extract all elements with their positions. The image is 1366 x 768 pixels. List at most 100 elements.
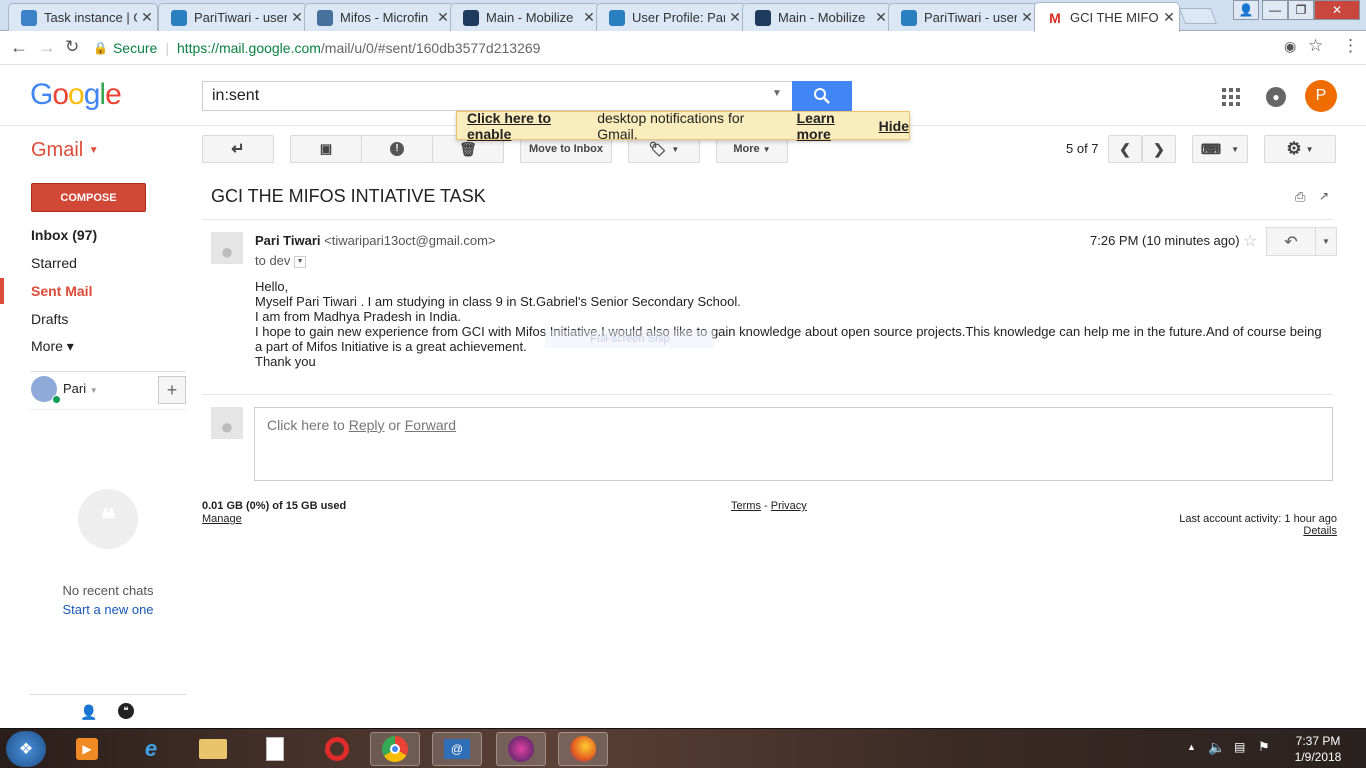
back-to-sent-button[interactable]: ↵ xyxy=(202,135,274,163)
start-button[interactable]: ❖ xyxy=(6,731,46,767)
gmail-label[interactable]: Gmail ▼ xyxy=(31,139,99,162)
settings-button[interactable]: ⚙ ▼ xyxy=(1264,135,1336,163)
print-icon[interactable]: ⎙ xyxy=(1295,189,1305,205)
pagination-count: 5 of 7 xyxy=(1066,141,1099,156)
chevron-down-icon: ▼ xyxy=(1305,144,1314,154)
mobilize-icon xyxy=(463,9,479,26)
clock-date[interactable]: 1/9/2018 xyxy=(1278,750,1358,764)
new-tab-button[interactable] xyxy=(1179,8,1217,24)
browser-tab[interactable]: PariTiwari - user ✕ xyxy=(888,3,1038,31)
file-explorer-icon[interactable] xyxy=(188,732,238,766)
sender-name[interactable]: Pari Tiwari xyxy=(255,233,321,248)
more-actions-button[interactable]: ▼ xyxy=(1315,227,1337,256)
hangouts-icon[interactable]: ❝ xyxy=(118,703,134,719)
close-window-button[interactable]: ✕ xyxy=(1314,0,1360,20)
star-icon[interactable]: ☆ xyxy=(1243,231,1257,251)
user-icon[interactable]: 👤 xyxy=(1233,0,1259,20)
sidebar-item-starred[interactable]: Starred xyxy=(31,255,77,271)
sidebar-item-drafts[interactable]: Drafts xyxy=(31,311,68,327)
apps-grid-icon[interactable] xyxy=(1222,88,1240,106)
contacts-icon[interactable]: 👤 xyxy=(80,704,97,721)
chevron-left-icon: ❮ xyxy=(1119,140,1131,157)
close-tab-icon[interactable]: ✕ xyxy=(1159,9,1179,26)
browser-tab[interactable]: PariTiwari - user ✕ xyxy=(158,3,308,31)
network-icon[interactable]: ▤ xyxy=(1234,740,1245,754)
browser-tab[interactable]: Task instance | G ✕ xyxy=(8,3,158,31)
sidebar-item-label: Drafts xyxy=(31,311,69,327)
search-options-icon[interactable]: ▼ xyxy=(772,88,782,99)
older-button[interactable]: ❯ xyxy=(1142,135,1176,163)
input-tools-button[interactable]: ⌨ ▼ xyxy=(1192,135,1248,163)
browser-tab[interactable]: Main - Mobilize ✕ xyxy=(742,3,892,31)
avatar[interactable]: P xyxy=(1305,80,1337,112)
hangouts-user-name[interactable]: Pari ▼ xyxy=(63,381,98,396)
internet-explorer-icon[interactable]: e xyxy=(126,732,176,766)
new-hangout-button[interactable]: + xyxy=(158,376,186,404)
app-icon[interactable] xyxy=(496,732,546,766)
reply-button[interactable]: ↶ xyxy=(1266,227,1316,256)
learn-more-link[interactable]: Learn more xyxy=(797,110,872,142)
google-logo[interactable]: Google xyxy=(30,78,122,112)
lock-icon: 🔒 xyxy=(93,41,108,55)
tab-title: PariTiwari - user xyxy=(924,10,1017,25)
sidebar-item-more[interactable]: More ▾ xyxy=(31,338,74,355)
show-details-icon[interactable]: ▼ xyxy=(294,255,307,268)
browser-tab[interactable]: Mifos - Microfin ✕ xyxy=(304,3,454,31)
back-icon[interactable]: ← xyxy=(10,37,28,58)
media-player-icon[interactable]: ▶ xyxy=(62,732,112,766)
chevron-down-icon: ▼ xyxy=(1231,144,1240,154)
chrome-icon[interactable] xyxy=(370,732,420,766)
compose-button[interactable]: COMPOSE xyxy=(31,183,146,212)
menu-icon[interactable]: ⋮ xyxy=(1342,36,1359,56)
volume-icon[interactable]: 🔈 xyxy=(1208,739,1225,756)
report-spam-button[interactable]: ! xyxy=(361,135,433,163)
manage-link[interactable]: Manage xyxy=(202,513,242,525)
archive-button[interactable]: ▣ xyxy=(290,135,362,163)
firefox-icon[interactable] xyxy=(558,732,608,766)
sidebar-item-inbox[interactable]: Inbox (97) xyxy=(31,227,97,243)
spam-icon: ! xyxy=(390,142,404,156)
email-body: Hello, Myself Pari Tiwari . I am studying… xyxy=(255,279,1325,369)
opera-icon[interactable] xyxy=(312,732,362,766)
search-button[interactable] xyxy=(792,81,852,111)
eye-icon[interactable]: ◉ xyxy=(1284,38,1296,55)
bookmark-star-icon[interactable]: ☆ xyxy=(1308,36,1323,56)
no-recent-chats-text: No recent chats xyxy=(62,583,154,598)
browser-tab[interactable]: Main - Mobilize ✕ xyxy=(450,3,600,31)
privacy-link[interactable]: Privacy xyxy=(771,500,807,512)
maximize-button[interactable]: ❐ xyxy=(1288,0,1314,20)
chevron-down-icon: ▼ xyxy=(671,144,680,154)
keyboard-icon: ⌨ xyxy=(1200,140,1222,157)
action-center-icon[interactable]: ⚑ xyxy=(1258,739,1270,755)
sidebar-item-label: Sent Mail xyxy=(31,283,93,299)
browser-tab[interactable]: M GCI THE MIFOS ✕ xyxy=(1034,2,1180,32)
start-new-chat-link[interactable]: Start a new one xyxy=(0,602,216,617)
browser-tab[interactable]: User Profile: Par ✕ xyxy=(596,3,746,31)
reply-box[interactable]: Click here to Reply or Forward xyxy=(254,407,1333,481)
sidebar-item-sent[interactable]: Sent Mail xyxy=(0,278,93,304)
url-field[interactable]: 🔒 Secure | https://mail.google.com/mail/… xyxy=(93,35,1333,61)
details-link[interactable]: Details xyxy=(1303,525,1337,537)
newer-button[interactable]: ❮ xyxy=(1108,135,1142,163)
enable-notifications-link[interactable]: Click here to enable xyxy=(467,110,597,142)
new-window-icon[interactable]: ↗ xyxy=(1319,189,1329,203)
hangouts-quote-icon: ❝ xyxy=(78,489,138,549)
forward-link[interactable]: Forward xyxy=(405,417,456,433)
notifications-bell-icon[interactable]: ● xyxy=(1266,87,1286,107)
sidebar: COMPOSE Inbox (97) Starred Sent Mail Drafts… xyxy=(0,173,190,729)
outlook-icon[interactable]: @ xyxy=(432,732,482,766)
forward-icon[interactable]: → xyxy=(38,37,56,58)
notification-banner: Click here to enable desktop notificatio… xyxy=(456,110,910,142)
clock-time[interactable]: 7:37 PM xyxy=(1278,734,1358,748)
tray-expand-icon[interactable]: ▲ xyxy=(1187,742,1196,752)
reload-icon[interactable]: ↻ xyxy=(65,37,79,57)
reply-icon: ↶ xyxy=(1284,233,1298,251)
reply-link[interactable]: Reply xyxy=(349,417,385,433)
terms-link[interactable]: Terms xyxy=(731,500,761,512)
hide-link[interactable]: Hide xyxy=(879,118,909,134)
close-tab-icon[interactable]: ✕ xyxy=(137,9,157,26)
minimize-button[interactable]: — xyxy=(1262,0,1288,20)
search-input[interactable]: in:sent xyxy=(202,81,792,111)
chevron-down-icon: ▼ xyxy=(89,386,98,395)
document-icon[interactable] xyxy=(250,732,300,766)
